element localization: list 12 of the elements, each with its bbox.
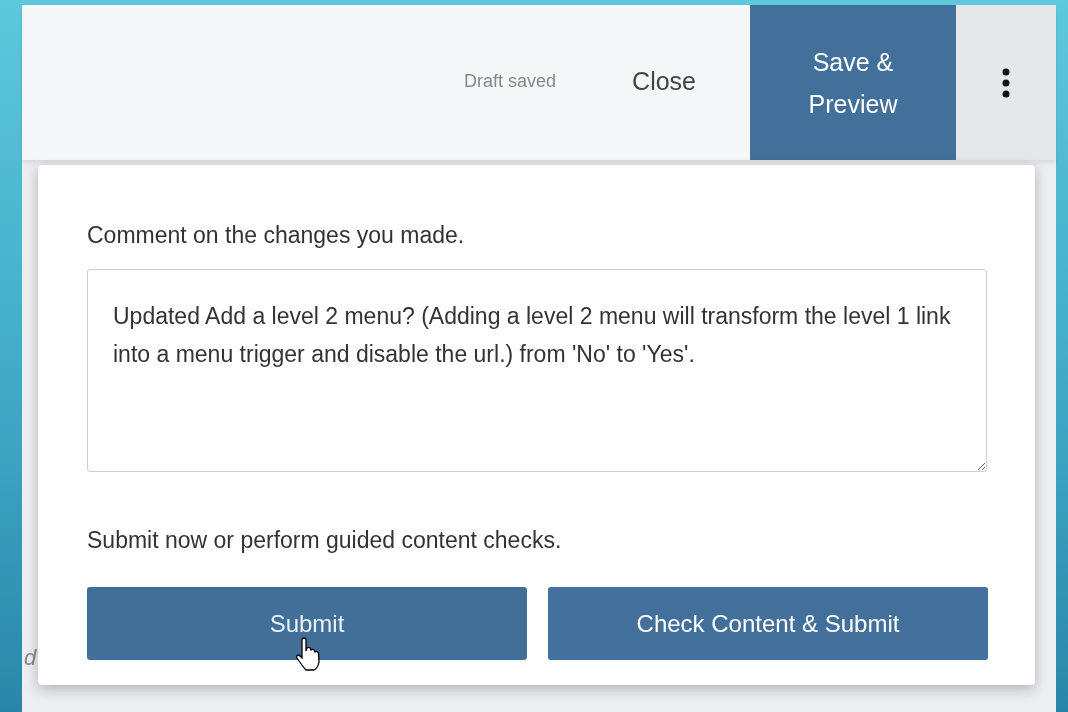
save-preview-button[interactable]: Save & Preview xyxy=(750,5,956,160)
draft-status: Draft saved xyxy=(464,71,557,92)
submit-button[interactable]: Submit xyxy=(87,587,527,660)
submit-button[interactable]: Check Content & Submit xyxy=(548,587,988,660)
submit-instructions: Submit now or perform guided content checks. xyxy=(87,526,563,554)
pointer-cursor-icon xyxy=(295,637,321,671)
close-link[interactable]: Close xyxy=(632,67,696,96)
comment-field[interactable]: Updated Add a level 2 menu? (Adding a level 2 menu will transform the level 1 link into a menu trigger and disable the url.) from 'No' to 'Yes'. xyxy=(87,269,987,472)
more-icon xyxy=(1002,67,1010,98)
more-menu-button[interactable] xyxy=(956,5,1056,160)
comment-label: Comment on the changes you made. xyxy=(87,221,466,249)
partial-text: d xyxy=(24,645,37,670)
